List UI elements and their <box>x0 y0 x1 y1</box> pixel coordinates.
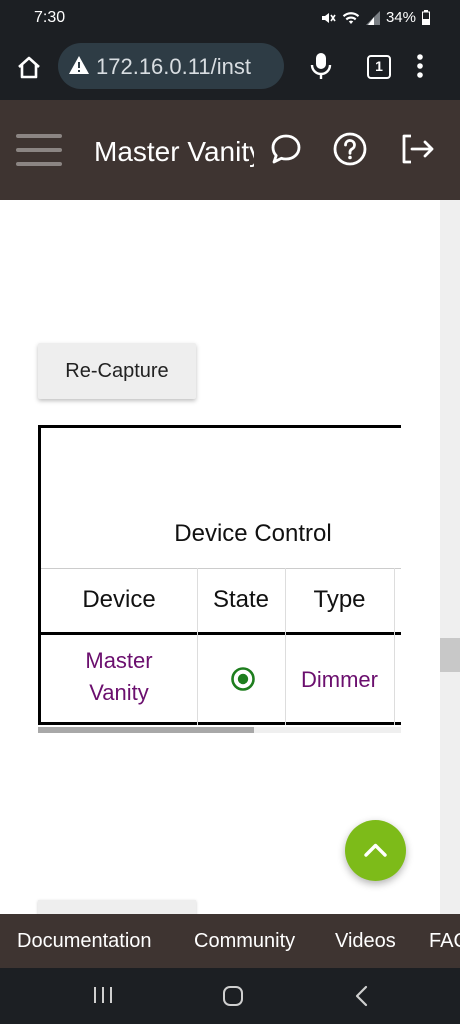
battery-icon <box>422 10 430 25</box>
table-caption: Device Control <box>174 520 332 547</box>
url-text[interactable]: 172.16.0.11/inst <box>96 54 251 80</box>
recent-apps-icon[interactable] <box>92 984 114 1011</box>
table-header-divider <box>41 632 401 635</box>
column-header-device[interactable]: Device <box>41 586 197 614</box>
partial-button[interactable] <box>38 900 196 914</box>
address-bar[interactable]: 172.16.0.11/inst <box>58 43 284 89</box>
page-title: Master Vanity <box>94 136 254 167</box>
help-icon[interactable] <box>332 131 368 172</box>
status-icons: 34% <box>320 9 430 26</box>
signal-icon <box>365 10 380 25</box>
browser-toolbar: 172.16.0.11/inst 1 <box>0 38 460 100</box>
recapture-button[interactable]: Re-Capture <box>38 343 196 399</box>
device-name-line2[interactable]: Vanity <box>41 677 197 709</box>
scroll-to-top-button[interactable] <box>345 820 406 881</box>
footer-link-documentation[interactable]: Documentation <box>17 930 152 953</box>
table-border: Device Control Device State Type Master … <box>38 425 401 725</box>
table-divider <box>41 568 401 569</box>
status-time: 7:30 <box>34 9 66 26</box>
home-icon[interactable] <box>14 53 44 83</box>
device-type-link[interactable]: Dimmer <box>285 664 394 696</box>
footer-nav: Documentation Community Videos FAQ <box>0 914 460 968</box>
home-button-icon[interactable] <box>221 984 245 1013</box>
device-control-table: Device Control Device State Type Master … <box>38 425 401 727</box>
battery-level: 34% <box>385 9 416 26</box>
vertical-scrollbar[interactable] <box>440 200 460 914</box>
hamburger-menu-icon[interactable] <box>16 134 62 166</box>
mute-icon <box>320 10 336 26</box>
tab-switcher-button[interactable]: 1 <box>367 55 391 79</box>
state-on-icon[interactable] <box>230 666 256 697</box>
logout-icon[interactable] <box>398 131 436 172</box>
vertical-scrollbar-thumb[interactable] <box>440 638 460 672</box>
device-link[interactable]: Master Vanity <box>41 645 197 709</box>
wifi-icon <box>342 10 360 26</box>
overflow-menu-icon[interactable] <box>416 53 424 84</box>
device-name-line1[interactable]: Master <box>41 645 197 677</box>
column-header-type[interactable]: Type <box>285 586 394 614</box>
system-navigation-bar <box>0 968 460 1024</box>
back-icon[interactable] <box>352 984 372 1013</box>
warning-icon[interactable] <box>68 55 90 80</box>
chat-icon[interactable] <box>268 131 304 172</box>
column-divider <box>394 568 395 725</box>
footer-link-community[interactable]: Community <box>194 930 295 953</box>
footer-link-faq[interactable]: FAQ <box>429 930 460 953</box>
footer-link-videos[interactable]: Videos <box>335 930 396 953</box>
main-content: Re-Capture Device Control Device State T… <box>0 200 440 914</box>
horizontal-scrollbar-thumb[interactable] <box>38 727 254 733</box>
status-bar: 7:30 34% <box>0 0 460 38</box>
column-header-state[interactable]: State <box>197 586 285 614</box>
microphone-icon[interactable] <box>309 51 333 86</box>
